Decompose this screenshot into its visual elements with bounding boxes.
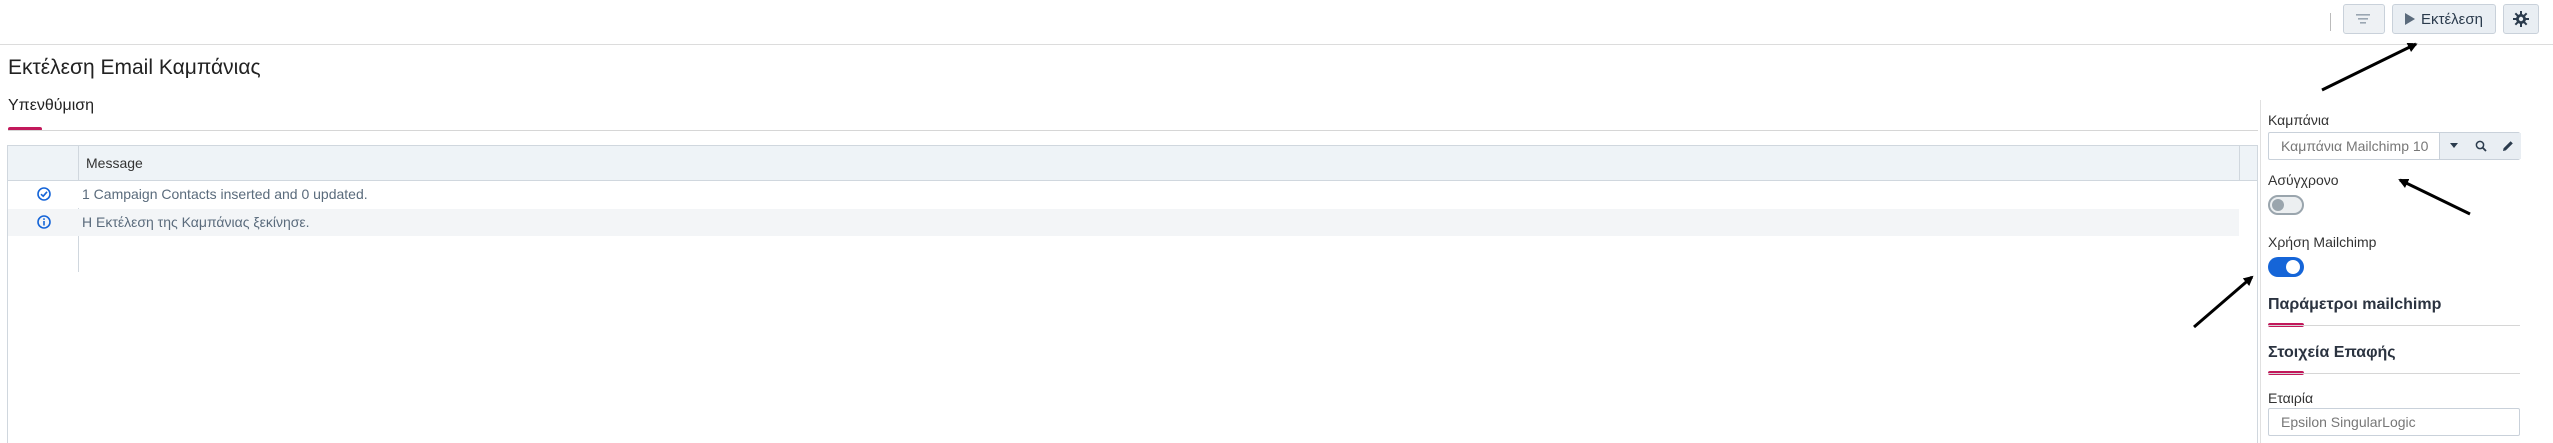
- table-row[interactable]: Η Εκτέλεση της Καμπάνιας ξεκίνησε.: [8, 209, 2239, 236]
- row-message: 1 Campaign Contacts inserted and 0 updat…: [82, 186, 368, 202]
- company-label: Εταιρία: [2268, 390, 2314, 406]
- campaign-label: Καμπάνια: [2268, 112, 2330, 128]
- gear-icon: [2513, 11, 2529, 27]
- mailchimp-toggle[interactable]: [2268, 257, 2304, 277]
- toggle-knob: [2286, 260, 2300, 274]
- run-button[interactable]: Εκτέλεση: [2392, 4, 2496, 34]
- info-circle-icon: [37, 215, 51, 229]
- side-panel: Καμπάνια Ασύγχρονο Χρήση Mailchimp: [2262, 100, 2553, 443]
- column-divider: [2239, 146, 2240, 180]
- mailchimp-params-title[interactable]: Παράμετροι mailchimp: [2268, 296, 2441, 314]
- filter-list-icon: [2356, 14, 2370, 24]
- play-icon: [2405, 13, 2416, 25]
- campaign-lookup: [2268, 132, 2521, 160]
- async-label: Ασύγχρονο: [2268, 172, 2339, 188]
- company-field[interactable]: Epsilon SingularLogic: [2268, 408, 2520, 436]
- async-toggle[interactable]: [2268, 195, 2304, 215]
- campaign-input[interactable]: [2269, 133, 2437, 159]
- column-divider: [78, 146, 79, 180]
- tab-reminder[interactable]: Υπενθύμιση: [8, 97, 94, 115]
- page-title: Εκτέλεση Email Καμπάνιας: [8, 56, 261, 79]
- toggle-knob: [2272, 199, 2284, 211]
- mailchimp-label: Χρήση Mailchimp: [2268, 234, 2377, 250]
- caret-down-icon: [2449, 143, 2458, 148]
- search-button[interactable]: [2467, 133, 2494, 159]
- grid-header: Message: [8, 146, 2257, 181]
- top-toolbar: Εκτέλεση: [0, 0, 2553, 45]
- pencil-icon: [2502, 141, 2513, 151]
- section-divider: [2268, 373, 2520, 374]
- arrow-to-run-button: [2321, 42, 2418, 92]
- section-divider: [2268, 325, 2520, 326]
- dropdown-button[interactable]: [2440, 133, 2467, 159]
- campaign-actions: [2439, 133, 2521, 159]
- table-row[interactable]: 1 Campaign Contacts inserted and 0 updat…: [8, 181, 2239, 208]
- search-icon: [2475, 140, 2487, 152]
- edit-button[interactable]: [2494, 133, 2521, 159]
- row-message: Η Εκτέλεση της Καμπάνιας ξεκίνησε.: [82, 214, 310, 230]
- contact-section-title[interactable]: Στοιχεία Επαφής: [2268, 344, 2396, 362]
- side-panel-border: [2260, 100, 2261, 443]
- settings-button[interactable]: [2503, 4, 2539, 34]
- tab-divider: [8, 130, 2258, 131]
- filter-button[interactable]: [2343, 4, 2385, 34]
- run-button-label: Εκτέλεση: [2421, 10, 2483, 28]
- check-circle-icon: [37, 187, 51, 201]
- toolbar-separator: [2330, 13, 2331, 31]
- column-header-message[interactable]: Message: [86, 155, 143, 171]
- messages-grid: Message 1 Campaign Contacts inserted and…: [7, 145, 2258, 443]
